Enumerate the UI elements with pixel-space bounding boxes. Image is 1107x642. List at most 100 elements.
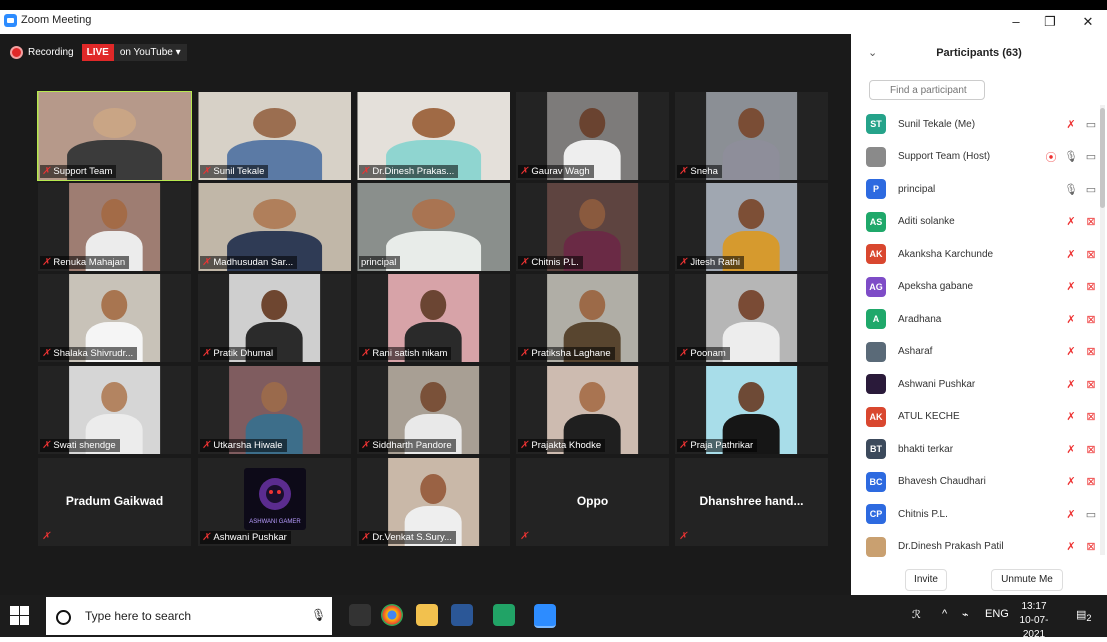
camera-off-icon[interactable]: ⊠ [1084,313,1098,326]
task-view-icon[interactable] [349,604,371,626]
zoom-taskbar-icon[interactable] [534,604,556,628]
video-tile[interactable]: ✗ Chitnis P.L. [516,183,669,271]
network-icon[interactable]: ⌁ [962,608,969,621]
mic-muted-icon[interactable]: ✗ [1064,378,1078,391]
participant-row[interactable]: BT bhakti terkar ✗ ⊠ [866,433,1098,465]
camera-icon[interactable]: ▭ [1084,118,1098,131]
file-explorer-icon[interactable] [416,604,438,626]
video-tile[interactable]: ✗ Support Team [37,91,192,181]
chevron-up-icon[interactable]: ^ [942,608,947,620]
video-tile[interactable]: ✗ Madhusudan Sar... [198,183,351,271]
video-tile[interactable]: ✗ Gaurav Wagh [516,92,669,180]
video-tile[interactable]: ✗ Shalaka Shivrudr... [38,274,191,362]
participant-row[interactable]: A Aradhana ✗ ⊠ [866,303,1098,335]
video-tile[interactable]: ✗ Prajakta Khodke [516,366,669,454]
camera-off-icon[interactable]: ⊠ [1084,410,1098,423]
video-tile[interactable]: ✗ Dr.Venkat S.Sury... [357,458,510,546]
microphone-icon[interactable]: 🎙 [311,608,326,622]
close-button[interactable]: ✕ [1078,14,1098,30]
invite-button[interactable]: Invite [905,569,947,591]
camera-off-icon[interactable]: ⊠ [1084,443,1098,456]
youtube-dropdown[interactable]: on YouTube ▾ [113,43,187,61]
person-face [101,198,128,229]
mic-icon[interactable]: 🎙 [1064,150,1078,163]
video-tile[interactable]: ✗ Rani satish nikam [357,274,510,362]
participant-row[interactable]: AS Aditi solanke ✗ ⊠ [866,206,1098,238]
participant-row[interactable]: AK Akanksha Karchunde ✗ ⊠ [866,238,1098,270]
video-tile[interactable]: ✗ Dr.Dinesh Prakas... [357,92,510,180]
people-icon[interactable]: ℛ [912,608,921,621]
camera-off-icon[interactable]: ⊠ [1084,475,1098,488]
person-face [738,107,765,138]
camera-off-icon[interactable]: ⊠ [1084,540,1098,553]
language-indicator[interactable]: ENG [985,608,1009,620]
video-tile[interactable]: principal [357,183,510,271]
participant-row[interactable]: ST Sunil Tekale (Me) ✗ ▭ [866,108,1098,140]
mic-muted-icon[interactable]: ✗ [1064,443,1078,456]
participant-name: Jitesh Rathi [690,257,741,268]
unmute-me-button[interactable]: Unmute Me [991,569,1063,591]
minimize-button[interactable]: – [1006,14,1026,29]
app-icon[interactable] [493,604,515,626]
muted-mic-icon: ✗ [679,257,688,268]
camera-off-icon[interactable]: ⊠ [1084,248,1098,261]
muted-mic-icon: ✗ [520,348,529,359]
windows-start-icon[interactable] [8,604,30,626]
window-title: Zoom Meeting [21,14,92,26]
mic-muted-icon[interactable]: ✗ [1064,313,1078,326]
camera-icon[interactable]: ▭ [1084,508,1098,521]
participant-name: Poonam [690,348,726,359]
recording-label[interactable]: Recording [28,47,74,58]
mic-muted-icon[interactable]: ✗ [1064,345,1078,358]
participant-row[interactable]: Dr.Dinesh Prakash Patil ✗ ⊠ [866,531,1098,563]
video-tile[interactable]: ✗ Renuka Mahajan [38,183,191,271]
video-tile[interactable]: Dhanshree hand... ✗ [675,458,828,546]
participant-search-input[interactable] [869,80,985,100]
participant-row[interactable]: AG Apeksha gabane ✗ ⊠ [866,271,1098,303]
video-tile[interactable]: ✗ Siddharth Pandore [357,366,510,454]
camera-off-icon[interactable]: ⊠ [1084,378,1098,391]
video-tile[interactable]: ✗ Pratik Dhumal [198,274,351,362]
camera-icon[interactable]: ▭ [1084,183,1098,196]
restore-button[interactable]: ❐ [1040,14,1060,30]
camera-off-icon[interactable]: ⊠ [1084,280,1098,293]
video-tile[interactable]: ✗ Praja Pathrikar [675,366,828,454]
video-tile[interactable]: ✗ Utkarsha Hiwale [198,366,351,454]
participant-name: Swati shendge [53,440,116,451]
notification-icon[interactable]: ▤2 [1076,608,1092,623]
mic-muted-icon[interactable]: ✗ [1064,280,1078,293]
mic-icon[interactable]: 🎙 [1064,183,1078,196]
chrome-icon[interactable] [381,604,403,626]
mic-muted-icon[interactable]: ✗ [1064,410,1078,423]
mic-muted-icon[interactable]: ✗ [1064,508,1078,521]
video-tile[interactable]: ✗ Sneha [675,92,828,180]
camera-off-icon[interactable]: ⊠ [1084,215,1098,228]
clock[interactable]: 13:17 10-07-2021 [1014,600,1054,642]
participant-row[interactable]: CP Chitnis P.L. ✗ ▭ [866,498,1098,530]
mic-muted-icon[interactable]: ✗ [1064,248,1078,261]
participant-list-name: Ashwani Pushkar [898,378,976,390]
scrollbar-thumb[interactable] [1100,108,1105,208]
camera-off-icon[interactable]: ⊠ [1084,345,1098,358]
mic-muted-icon[interactable]: ✗ [1064,118,1078,131]
video-tile[interactable]: Oppo ✗ [516,458,669,546]
participant-row[interactable]: BC Bhavesh Chaudhari ✗ ⊠ [866,466,1098,498]
video-tile[interactable]: ✗ Poonam [675,274,828,362]
participant-row[interactable]: P principal 🎙 ▭ [866,173,1098,205]
video-tile[interactable]: ✗ Pratiksha Laghane [516,274,669,362]
video-tile[interactable]: ✗ Swati shendge [38,366,191,454]
participant-row[interactable]: Asharaf ✗ ⊠ [866,336,1098,368]
word-icon[interactable] [451,604,473,626]
video-tile[interactable]: Pradum Gaikwad ✗ [38,458,191,546]
participant-row[interactable]: AK ATUL KECHE ✗ ⊠ [866,401,1098,433]
video-tile[interactable]: ASHWANI GAMER ✗ Ashwani Pushkar [198,458,351,546]
mic-muted-icon[interactable]: ✗ [1064,475,1078,488]
participant-name: Sneha [690,166,718,177]
video-tile[interactable]: ✗ Sunil Tekale [198,92,351,180]
mic-muted-icon[interactable]: ✗ [1064,215,1078,228]
mic-muted-icon[interactable]: ✗ [1064,540,1078,553]
video-tile[interactable]: ✗ Jitesh Rathi [675,183,828,271]
camera-icon[interactable]: ▭ [1084,150,1098,163]
participant-row[interactable]: Support Team (Host) ⦿ 🎙 ▭ [866,141,1098,173]
participant-row[interactable]: Ashwani Pushkar ✗ ⊠ [866,368,1098,400]
